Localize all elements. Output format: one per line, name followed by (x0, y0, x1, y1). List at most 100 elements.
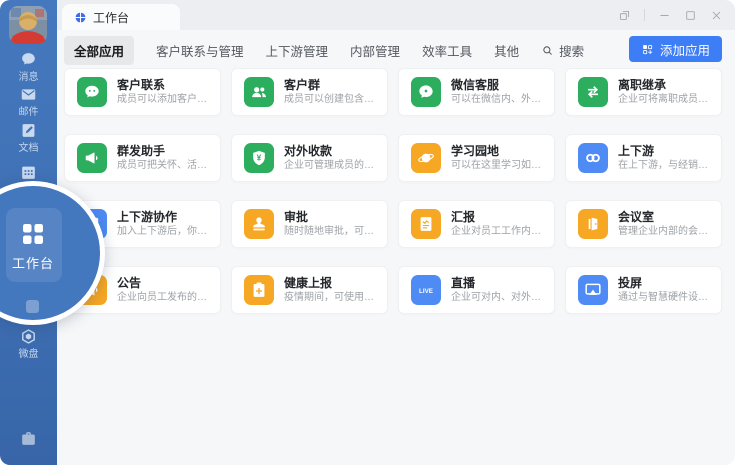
drive-icon (19, 327, 38, 346)
app-title: 公告 (117, 275, 212, 291)
app-description: 成员可把关怀、活动等消... (117, 159, 212, 173)
app-card-0[interactable]: 客户联系成员可以添加客户的微信... (64, 68, 221, 116)
workbench-grid-icon (17, 218, 49, 250)
chat-bubble-icon (411, 77, 441, 107)
app-card-4[interactable]: 群发助手成员可把关怀、活动等消... (64, 134, 221, 182)
live-icon: LIVE (411, 275, 441, 305)
shield-yen-icon: ¥ (244, 143, 274, 173)
category-tab-0[interactable]: 全部应用 (64, 36, 134, 65)
search-button[interactable]: 搜索 (541, 41, 584, 60)
app-card-2[interactable]: 微信客服可以在微信内、外各个场... (398, 68, 555, 116)
workbench-tab-icon (74, 11, 87, 24)
close-icon[interactable] (710, 9, 723, 22)
workbench-label: 工作台 (0, 253, 100, 272)
app-card-11[interactable]: 会议室管理企业内部的会议室... (565, 200, 722, 248)
app-card-15[interactable]: 投屏通过与智慧硬件设备的连接... (565, 266, 722, 314)
cast-icon (578, 275, 608, 305)
calendar-icon (19, 163, 38, 182)
app-card-3[interactable]: 离职继承企业可将离职成员的客户... (565, 68, 722, 116)
app-title: 学习园地 (451, 143, 546, 159)
tab-workbench[interactable]: 工作台 (62, 4, 180, 30)
app-description: 通过与智慧硬件设备的连接... (618, 291, 713, 305)
app-description: 企业可管理成员的收款... (284, 159, 379, 173)
add-app-button[interactable]: 添加应用 (629, 36, 722, 62)
app-card-5[interactable]: ¥ 对外收款企业可管理成员的收款... (231, 134, 388, 182)
search-icon (541, 44, 554, 57)
app-title: 汇报 (451, 209, 546, 225)
group-icon (244, 77, 274, 107)
app-description: 随时随地审批，可自定义... (284, 225, 379, 239)
sidebar-item-label: 微盘 (19, 349, 39, 361)
app-description: 疫情期间，可使用健康上... (284, 291, 379, 305)
report-icon (411, 209, 441, 239)
category-tab-5[interactable]: 其他 (494, 36, 519, 65)
app-title: 上下游 (618, 143, 713, 159)
app-description: 企业向员工发布的内部重... (117, 291, 212, 305)
app-description: 成员可以创建包含微信用... (284, 93, 379, 107)
app-card-10[interactable]: 汇报企业对员工工作内容及过... (398, 200, 555, 248)
search-label: 搜索 (559, 41, 584, 60)
app-card-9[interactable]: 审批随时随地审批，可自定义... (231, 200, 388, 248)
partial-drive-icon (26, 300, 39, 313)
door-icon (578, 209, 608, 239)
app-description: 可以在这里学习如何做好... (451, 159, 546, 173)
app-title: 会议室 (618, 209, 713, 225)
sidebar-item-drive[interactable]: 微盘 (0, 327, 57, 361)
app-card-14[interactable]: LIVE直播企业可对内、对外实时分... (398, 266, 555, 314)
app-title: 客户联系 (117, 77, 212, 93)
app-description: 可以在微信内、外各个场... (451, 93, 546, 107)
link-icon (578, 143, 608, 173)
health-icon (244, 275, 274, 305)
app-title: 健康上报 (284, 275, 379, 291)
app-card-6[interactable]: 学习园地可以在这里学习如何做好... (398, 134, 555, 182)
add-app-icon (641, 43, 654, 56)
category-tab-3[interactable]: 内部管理 (350, 36, 400, 65)
svg-text:LIVE: LIVE (419, 288, 433, 295)
app-title: 离职继承 (618, 77, 713, 93)
category-tab-2[interactable]: 上下游管理 (266, 36, 329, 65)
app-description: 加入上下游后，你可以便... (117, 225, 212, 239)
svg-text:¥: ¥ (257, 153, 262, 163)
app-description: 在上下游，与经销商、供... (618, 159, 713, 173)
category-tab-1[interactable]: 客户联系与管理 (156, 36, 244, 65)
planet-icon (411, 143, 441, 173)
app-description: 企业对员工工作内容及过... (451, 225, 546, 239)
app-title: 微信客服 (451, 77, 546, 93)
user-avatar[interactable] (9, 6, 47, 44)
minimize-icon[interactable] (658, 9, 671, 22)
app-description: 管理企业内部的会议室... (618, 225, 713, 239)
popout-icon[interactable] (618, 9, 631, 22)
main-panel: 全部应用客户联系与管理上下游管理内部管理效率工具其他搜索 添加应用 客户联系成员… (57, 30, 735, 465)
add-app-label: 添加应用 (660, 40, 710, 59)
mail-icon (19, 85, 38, 104)
app-title: 群发助手 (117, 143, 212, 159)
doc-icon (19, 121, 38, 140)
app-card-13[interactable]: 健康上报疫情期间，可使用健康上... (231, 266, 388, 314)
category-tab-4[interactable]: 效率工具 (422, 36, 472, 65)
sidebar-item-label: 消息 (19, 72, 39, 84)
briefcase-icon (19, 429, 38, 448)
sidebar-item-label: 邮件 (19, 107, 39, 119)
app-title: 上下游协作 (117, 209, 212, 225)
wechat-icon (77, 77, 107, 107)
chat-icon (19, 50, 38, 69)
app-description: 企业可对内、对外实时分... (451, 291, 546, 305)
app-card-1[interactable]: 客户群成员可以创建包含微信用... (231, 68, 388, 116)
stamp-icon (244, 209, 274, 239)
app-window: 消息邮件文档日程微盘 工作台 工作台 全部应用客户联系与管理上下游管理内部管理效… (0, 0, 735, 465)
app-title: 对外收款 (284, 143, 379, 159)
app-title: 审批 (284, 209, 379, 225)
app-description: 成员可以添加客户的微信... (117, 93, 212, 107)
maximize-icon[interactable] (684, 9, 697, 22)
app-description: 企业可将离职成员的客户... (618, 93, 713, 107)
sidebar-item-docs[interactable]: 文档 (0, 121, 57, 155)
sidebar-item-briefcase[interactable] (0, 429, 57, 448)
app-title: 客户群 (284, 77, 379, 93)
app-card-7[interactable]: 上下游在上下游，与经销商、供... (565, 134, 722, 182)
sidebar-item-mail[interactable]: 邮件 (0, 85, 57, 119)
transfer-icon (578, 77, 608, 107)
window-controls (618, 0, 723, 30)
tab-title: 工作台 (93, 9, 129, 26)
app-title: 投屏 (618, 275, 713, 291)
sidebar-item-messages[interactable]: 消息 (0, 50, 57, 84)
